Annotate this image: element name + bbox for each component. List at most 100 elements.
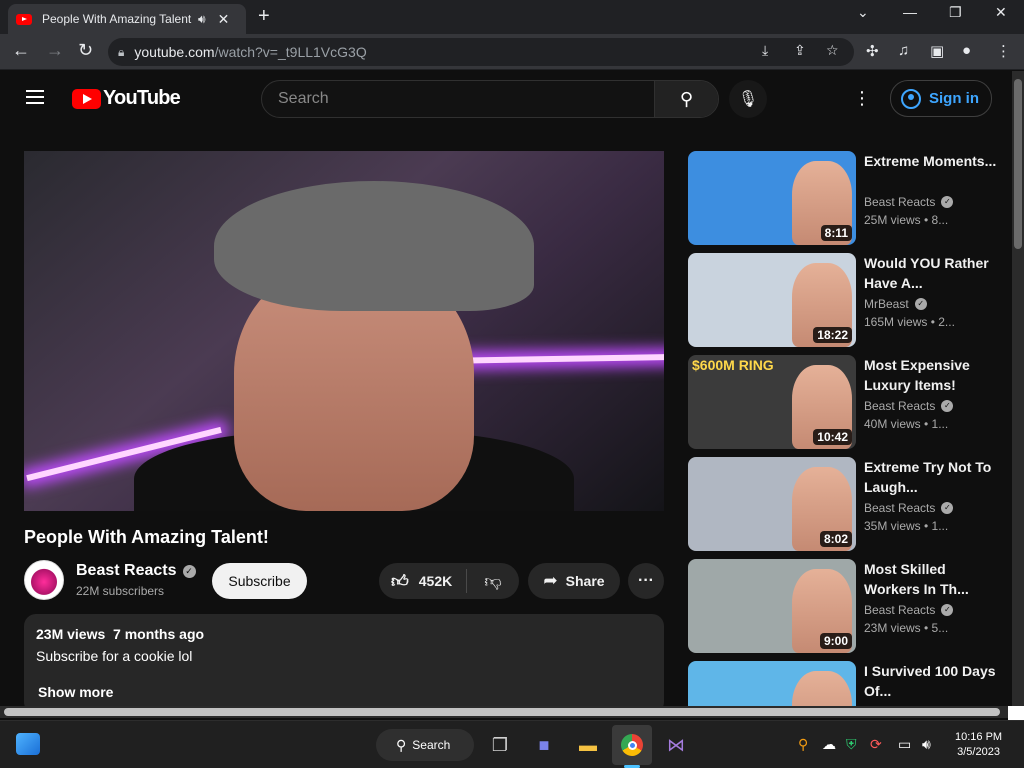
new-tab-button[interactable]: +: [258, 5, 270, 28]
address-bar[interactable]: 🔒︎ youtube.com/watch?v=_t9LL1VcG3Q: [108, 38, 854, 66]
recommendation-channel-name: Beast Reacts: [864, 195, 936, 209]
recommendation-card[interactable]: 9:00 Most Skilled Workers In Th... Beast R…: [688, 559, 1008, 653]
youtube-logo[interactable]: YouTube: [72, 87, 181, 110]
recommendation-title[interactable]: Extreme Moments...: [864, 151, 1004, 171]
verified-check-icon: ✓: [941, 196, 954, 208]
recommendation-card[interactable]: I Survived 100 Days Of...: [688, 661, 1008, 706]
share-arrow-icon: ➦: [543, 571, 558, 590]
clock-date: 3/5/2023: [957, 746, 1000, 758]
task-view-icon[interactable]: ❐: [488, 733, 512, 757]
thumbnail-face: [792, 671, 852, 706]
browser-menu-icon[interactable]: ⋮: [996, 42, 1011, 60]
file-explorer-icon[interactable]: ▬: [576, 733, 600, 757]
dislike-button[interactable]: 👎︎: [467, 571, 519, 592]
channel-avatar[interactable]: [24, 560, 64, 600]
recommendation-thumbnail[interactable]: [688, 661, 856, 706]
show-more-button[interactable]: Show more: [36, 684, 652, 700]
media-controls-icon[interactable]: ♫: [898, 42, 909, 59]
minimize-button[interactable]: —: [903, 4, 917, 20]
recommendation-channel-name: Beast Reacts: [864, 603, 936, 617]
tab-search-chevron-icon[interactable]: ⌄: [857, 4, 869, 21]
recommendation-channel[interactable]: Beast Reacts ✓: [864, 603, 954, 617]
search-button[interactable]: ⚲: [654, 81, 718, 117]
like-button[interactable]: 👍︎ 452K: [379, 569, 467, 593]
recommendation-channel[interactable]: Beast Reacts ✓: [864, 195, 954, 209]
recommendation-channel[interactable]: Beast Reacts ✓: [864, 399, 954, 413]
install-app-icon[interactable]: ⤓: [762, 42, 768, 59]
vertical-scrollbar[interactable]: [1012, 71, 1024, 706]
subscribe-button[interactable]: Subscribe: [212, 563, 307, 599]
recommendation-title[interactable]: I Survived 100 Days Of...: [864, 661, 1004, 701]
video-duration: 9:00: [819, 633, 852, 649]
network-icon[interactable]: ▭: [898, 736, 911, 753]
start-windows-icon[interactable]: [338, 733, 362, 757]
hamburger-menu-icon[interactable]: [26, 90, 44, 104]
search-icon: ⚲: [679, 88, 694, 109]
reload-button[interactable]: ↻: [78, 40, 93, 61]
onedrive-cloud-icon[interactable]: ☁: [822, 736, 836, 753]
back-button[interactable]: ←: [12, 40, 30, 61]
recommendation-card[interactable]: 8:11 Extreme Moments... Beast Reacts ✓ 25M v…: [688, 151, 1008, 245]
share-button[interactable]: ➦ Share: [528, 563, 620, 599]
recommendation-channel[interactable]: MrBeast ✓: [864, 297, 927, 311]
account-icon: [901, 88, 921, 109]
recommendation-card[interactable]: 18:22 Would YOU Rather Have A... MrBeast ✓ 1…: [688, 253, 1008, 347]
visual-studio-icon[interactable]: ⋈: [664, 733, 688, 757]
profile-icon[interactable]: ●: [962, 42, 971, 59]
browser-tab-strip: People With Amazing Talent! - YouTube 🔊︎…: [0, 0, 1024, 34]
update-icon[interactable]: ⟳: [870, 736, 882, 753]
like-count: 452K: [418, 573, 453, 589]
voice-search-button[interactable]: 🎙︎: [729, 80, 767, 118]
horizontal-scrollbar-thumb[interactable]: [4, 708, 1000, 716]
close-tab-icon[interactable]: ✕: [218, 11, 230, 28]
recommendation-title[interactable]: Extreme Try Not To Laugh...: [864, 457, 1004, 497]
clock-time: 10:16 PM: [955, 731, 1003, 743]
recommendation-title[interactable]: Most Skilled Workers In Th...: [864, 559, 1004, 599]
recommendation-thumbnail[interactable]: 18:22: [688, 253, 856, 347]
audio-playing-icon[interactable]: 🔊︎: [198, 12, 206, 27]
search-input[interactable]: Search: [262, 81, 654, 117]
system-clock[interactable]: 10:16 PM 3/5/2023: [955, 730, 1002, 760]
recommendation-thumbnail[interactable]: $600M RING 10:42: [688, 355, 856, 449]
more-actions-button[interactable]: ···: [628, 563, 664, 599]
chrome-icon: [621, 734, 643, 756]
recommendation-card[interactable]: $600M RING 10:42 Most Expensive Luxury Ite…: [688, 355, 1008, 449]
chrome-taskbar-icon[interactable]: [612, 725, 652, 765]
search-tray-icon[interactable]: ⚲: [798, 736, 808, 753]
vertical-scrollbar-thumb[interactable]: [1014, 79, 1022, 249]
share-page-icon[interactable]: ⇪: [794, 42, 806, 59]
lock-icon[interactable]: 🔒︎: [118, 45, 124, 60]
verified-check-icon: ✓: [941, 502, 954, 514]
channel-name[interactable]: Beast Reacts ✓: [76, 562, 196, 580]
tab-title: People With Amazing Talent! - YouTube: [42, 12, 192, 26]
settings-menu-icon[interactable]: ⋮: [853, 88, 871, 109]
recommendation-card[interactable]: 8:02 Extreme Try Not To Laugh... Beast Rea…: [688, 457, 1008, 551]
more-horizontal-icon: ···: [638, 572, 654, 589]
volume-icon[interactable]: 🔊︎: [922, 736, 931, 753]
description-box[interactable]: 23M views 7 months ago Subscribe for a c…: [24, 614, 664, 706]
recommendation-channel[interactable]: Beast Reacts ✓: [864, 501, 954, 515]
video-player[interactable]: [24, 151, 664, 511]
scrollbar-corner: [1008, 706, 1024, 720]
teams-chat-icon[interactable]: ■: [532, 733, 556, 757]
forward-button[interactable]: →: [46, 40, 64, 61]
channel-name-text: Beast Reacts: [76, 562, 177, 579]
close-window-button[interactable]: ✕: [995, 4, 1007, 21]
defender-shield-icon[interactable]: ⛨: [846, 736, 857, 753]
extensions-puzzle-icon[interactable]: ✣: [866, 42, 879, 60]
recommendation-thumbnail[interactable]: 9:00: [688, 559, 856, 653]
taskbar-search-button[interactable]: ⚲ Search: [376, 729, 474, 761]
side-panel-icon[interactable]: ▣: [930, 42, 944, 60]
bookmark-star-icon[interactable]: ☆: [826, 42, 839, 59]
widgets-icon[interactable]: [16, 733, 40, 755]
recommendation-thumbnail[interactable]: 8:11: [688, 151, 856, 245]
sign-in-button[interactable]: Sign in: [890, 80, 992, 117]
recommendation-title[interactable]: Most Expensive Luxury Items!: [864, 355, 1004, 395]
horizontal-scrollbar[interactable]: [0, 706, 1024, 720]
recommendation-thumbnail[interactable]: 8:02: [688, 457, 856, 551]
recommendation-title[interactable]: Would YOU Rather Have A...: [864, 253, 1004, 293]
thumbs-down-icon: 👎︎: [484, 571, 502, 591]
url-text: youtube.com/watch?v=_t9LL1VcG3Q: [134, 44, 366, 60]
browser-tab[interactable]: People With Amazing Talent! - YouTube 🔊︎…: [8, 4, 246, 34]
restore-button[interactable]: ❐: [949, 4, 962, 21]
